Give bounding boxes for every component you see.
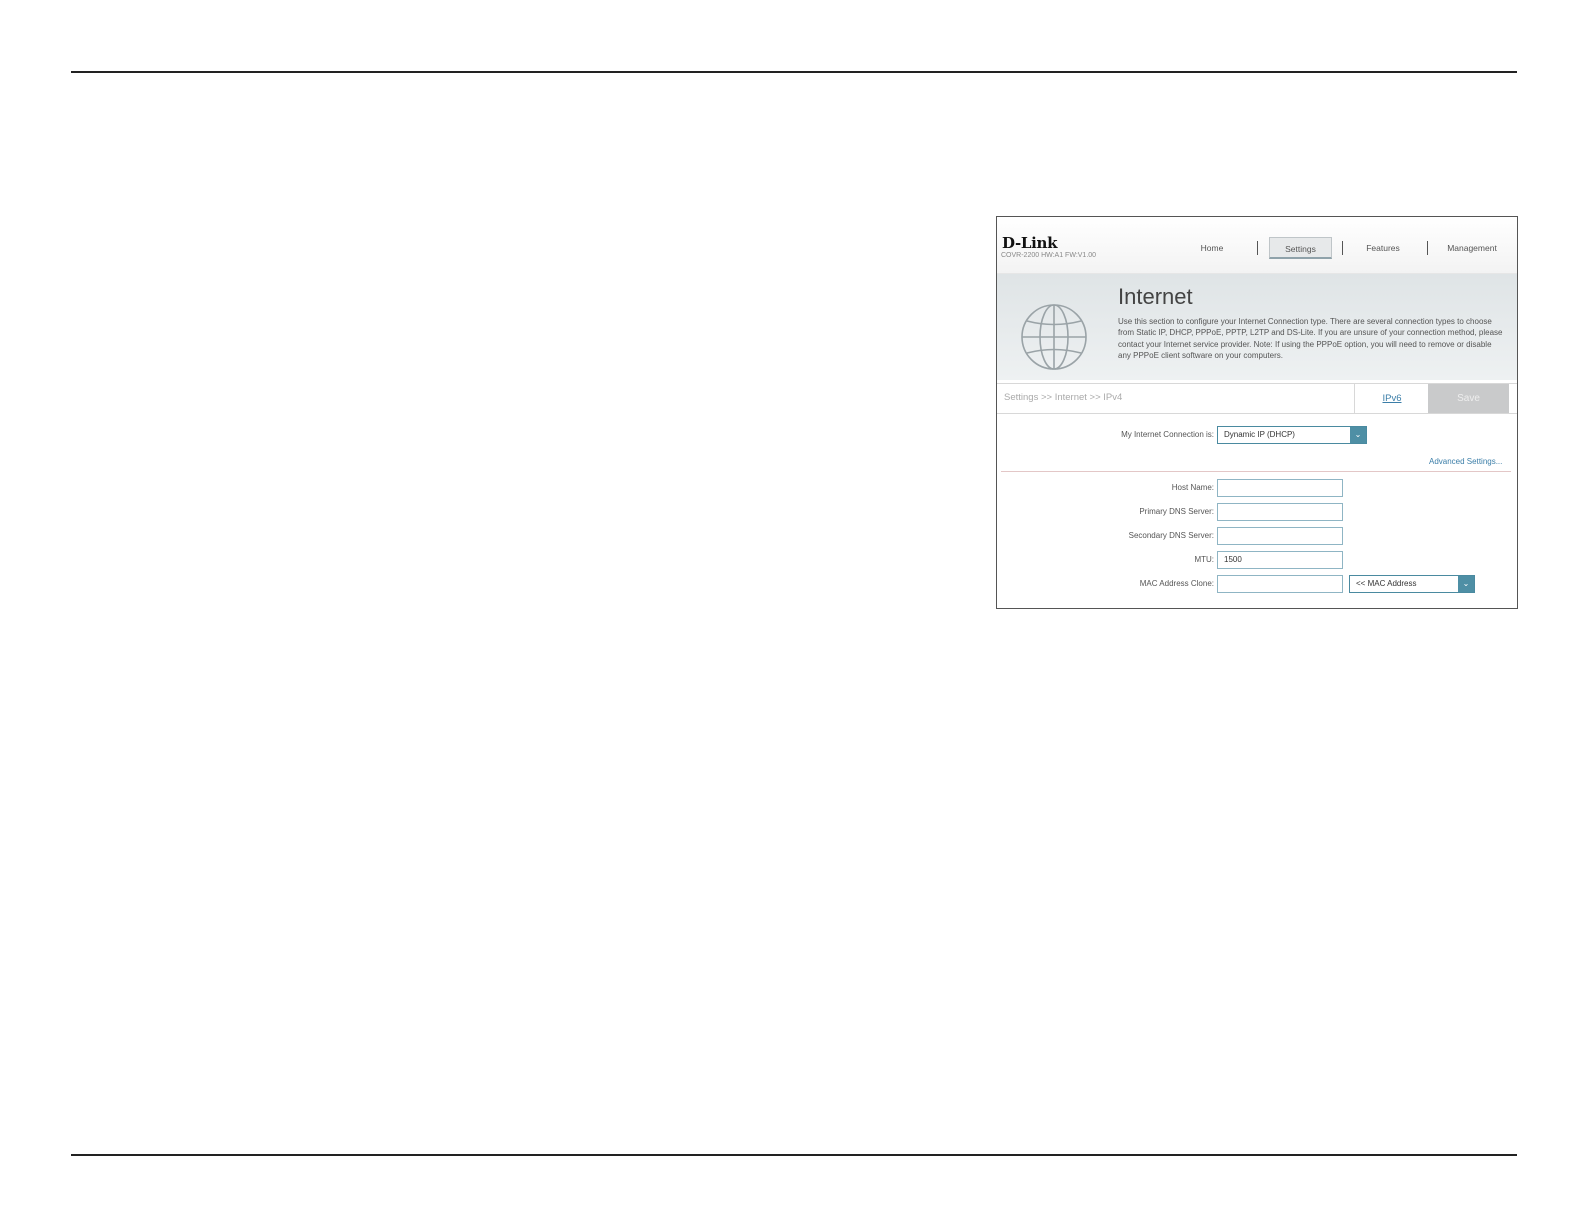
advanced-settings-link[interactable]: Advanced Settings... (1429, 457, 1502, 466)
connection-type-label: My Internet Connection is: (1121, 430, 1214, 439)
host-name-label: Host Name: (1171, 483, 1214, 492)
nav-features[interactable]: Features (1352, 237, 1414, 259)
nav-home[interactable]: Home (1187, 237, 1237, 259)
secondary-dns-label: Secondary DNS Server: (1128, 531, 1214, 540)
chevron-down-icon: ⌄ (1350, 427, 1366, 443)
mtu-input[interactable]: 1500 (1217, 551, 1343, 569)
host-name-input[interactable] (1217, 479, 1343, 497)
nav-separator (1257, 241, 1258, 255)
section-divider (1001, 471, 1511, 472)
chevron-down-icon: ⌄ (1458, 576, 1474, 592)
primary-dns-input[interactable] (1217, 503, 1343, 521)
mac-clone-label: MAC Address Clone: (1139, 579, 1214, 588)
nav-separator (1342, 241, 1343, 255)
bottom-rule (71, 1154, 1517, 1156)
brand-logo: D-Link (1002, 234, 1058, 252)
breadcrumb-bar: Settings >> Internet >> IPv4 IPv6 Save (997, 383, 1517, 414)
router-ui-screenshot: D-Link COVR-2200 HW:A1 FW:V1.00 Home Set… (996, 216, 1518, 609)
mtu-label: MTU: (1194, 555, 1214, 564)
nav-separator (1427, 241, 1428, 255)
top-rule (71, 71, 1517, 73)
mac-address-select-value: << MAC Address (1356, 579, 1417, 588)
mac-clone-input[interactable] (1217, 575, 1343, 593)
model-info: COVR-2200 HW:A1 FW:V1.00 (1001, 252, 1097, 259)
ipv6-link[interactable]: IPv6 (1354, 384, 1429, 413)
connection-type-select[interactable]: Dynamic IP (DHCP) ⌄ (1217, 426, 1367, 444)
page-title: Internet (1118, 284, 1193, 309)
connection-type-value: Dynamic IP (DHCP) (1224, 430, 1295, 439)
top-bar: D-Link COVR-2200 HW:A1 FW:V1.00 Home Set… (997, 217, 1517, 274)
primary-dns-label: Primary DNS Server: (1139, 507, 1214, 516)
globe-icon (1021, 304, 1087, 370)
nav-settings[interactable]: Settings (1269, 237, 1332, 259)
save-button[interactable]: Save (1428, 384, 1509, 413)
breadcrumb: Settings >> Internet >> IPv4 (1004, 392, 1123, 403)
mac-address-select[interactable]: << MAC Address ⌄ (1349, 575, 1475, 593)
secondary-dns-input[interactable] (1217, 527, 1343, 545)
page-description: Use this section to configure your Inter… (1118, 317, 1503, 360)
nav-management[interactable]: Management (1433, 237, 1511, 259)
hero-section: Internet Use this section to configure y… (997, 274, 1517, 380)
